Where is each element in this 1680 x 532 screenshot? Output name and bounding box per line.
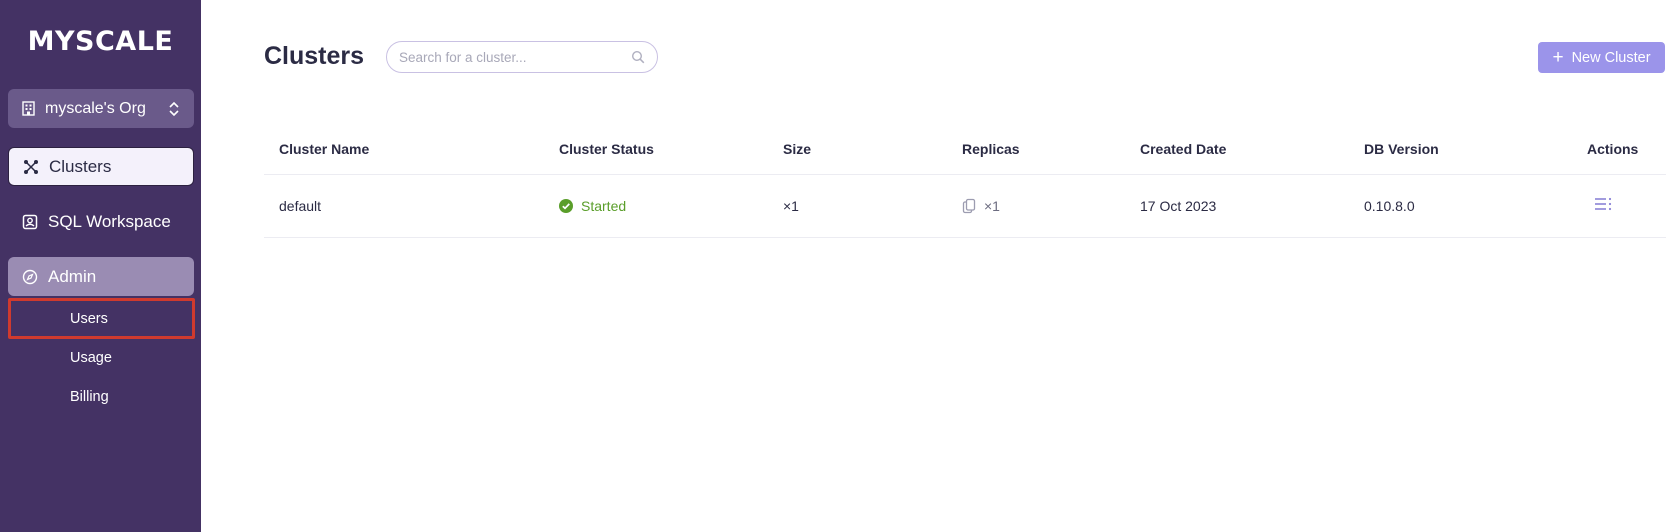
sidebar-item-admin[interactable]: Admin (8, 257, 194, 296)
table-row[interactable]: default Started ×1 ×1 17 Oct 2023 0.10.8… (264, 175, 1666, 238)
highlight-box (8, 298, 195, 339)
sidebar-item-label: SQL Workspace (48, 211, 171, 231)
sidebar-item-label: Clusters (49, 156, 112, 176)
new-cluster-button[interactable]: + New Cluster (1538, 42, 1665, 73)
new-cluster-label: New Cluster (1571, 49, 1651, 66)
actions-menu-icon[interactable] (1594, 195, 1612, 213)
column-header-replicas: Replicas (962, 141, 1020, 157)
replicas-count: ×1 (984, 198, 1000, 214)
db-version: 0.10.8.0 (1364, 198, 1415, 214)
column-header-cluster-name: Cluster Name (279, 141, 370, 157)
org-name: myscale's Org (45, 99, 146, 117)
column-header-created-date: Created Date (1140, 141, 1227, 157)
sidebar-subitem-usage[interactable]: Usage (70, 350, 112, 366)
sidebar-item-label: Admin (48, 266, 97, 286)
replicas-icon (962, 198, 976, 214)
sidebar-item-clusters[interactable]: Clusters (8, 147, 194, 186)
status-text: Started (581, 198, 627, 214)
column-header-cluster-status: Cluster Status (559, 141, 654, 157)
column-header-size: Size (783, 141, 812, 157)
sidebar: MYSCALE myscale's Org Clusters SQL Works… (0, 0, 201, 532)
cluster-size: ×1 (783, 198, 799, 214)
sidebar-subitem-billing[interactable]: Billing (70, 389, 109, 405)
replicas-cell: ×1 (962, 198, 1000, 214)
workspace-icon (22, 214, 38, 229)
clusters-icon (24, 159, 38, 174)
building-icon (22, 101, 35, 116)
column-header-db-version: DB Version (1364, 141, 1439, 157)
created-date: 17 Oct 2023 (1140, 198, 1217, 214)
search-input[interactable] (399, 49, 631, 65)
search-box[interactable] (386, 41, 658, 73)
table-header: Cluster Name Cluster Status Size Replica… (264, 126, 1666, 175)
compass-icon (22, 269, 38, 284)
sidebar-item-sql-workspace[interactable]: SQL Workspace (8, 202, 194, 241)
org-switcher[interactable]: myscale's Org (8, 89, 194, 128)
status-badge: Started (559, 198, 626, 214)
column-header-actions: Actions (1587, 141, 1639, 157)
check-circle-icon (559, 199, 573, 213)
brand-logo[interactable]: MYSCALE (0, 26, 201, 57)
plus-icon: + (1552, 47, 1564, 68)
chevron-updown-icon (169, 101, 179, 116)
cluster-name[interactable]: default (279, 198, 321, 214)
page-title: Clusters (264, 42, 365, 70)
search-icon[interactable] (631, 50, 645, 64)
